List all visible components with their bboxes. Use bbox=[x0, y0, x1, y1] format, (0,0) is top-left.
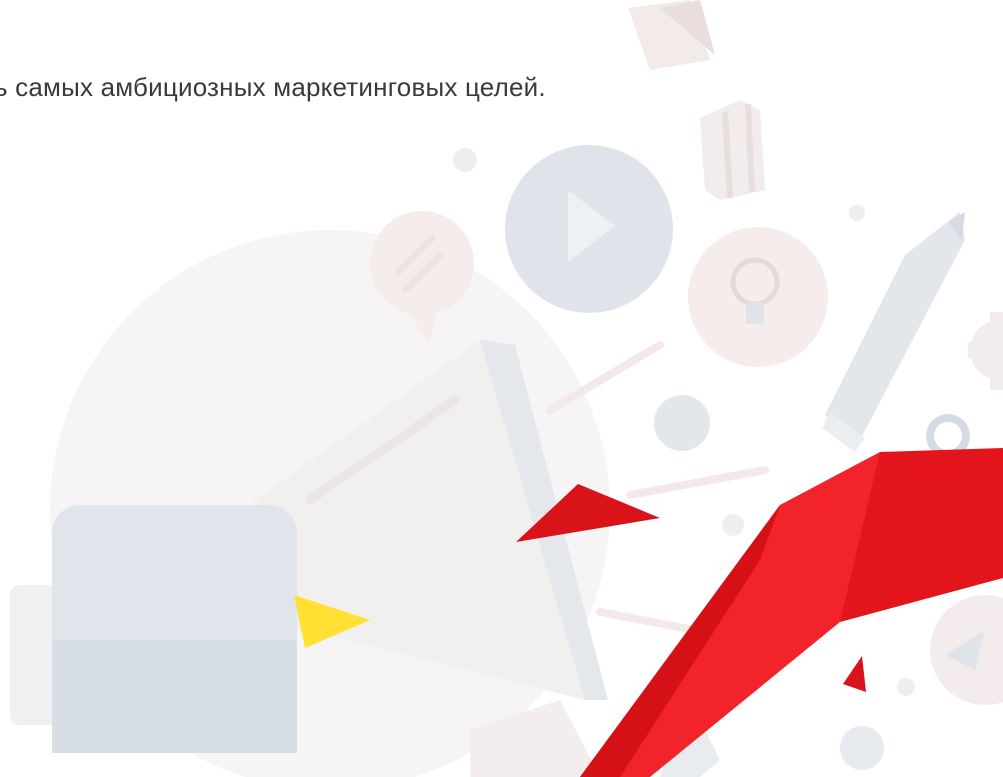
marketing-illustration bbox=[10, 0, 1003, 777]
hero-banner: ь самых амбициозных маркетинговых целей. bbox=[0, 0, 1003, 777]
decor-dot bbox=[849, 205, 865, 221]
red-ribbon bbox=[580, 448, 1003, 777]
red-triangle bbox=[843, 656, 866, 692]
location-pin-icon bbox=[926, 414, 970, 458]
page-headline: ь самых амбициозных маркетинговых целей. bbox=[0, 72, 546, 102]
map-icon bbox=[700, 100, 765, 200]
gear-icon bbox=[968, 312, 1003, 390]
play-button-icon bbox=[505, 145, 673, 313]
paper-plane-icon bbox=[628, 0, 715, 70]
decor-dot bbox=[654, 395, 710, 451]
decor-streak bbox=[626, 466, 769, 499]
lightbulb-icon bbox=[688, 227, 828, 367]
decor-dot bbox=[840, 726, 884, 770]
decor-dot bbox=[897, 678, 915, 696]
rocket-icon bbox=[930, 595, 1003, 705]
decor-dot bbox=[453, 148, 477, 172]
decor-dot bbox=[722, 514, 744, 536]
